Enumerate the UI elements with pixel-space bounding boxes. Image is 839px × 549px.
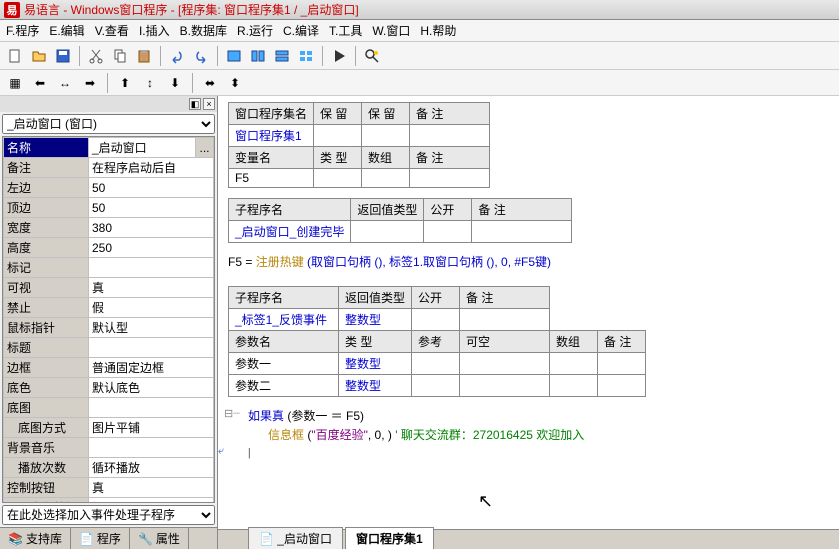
tab-property[interactable]: 🔧 属性 [130,528,189,549]
find-button[interactable] [361,45,383,67]
object-selector[interactable]: _启动窗口 (窗口) [2,114,215,134]
undo-button[interactable] [166,45,188,67]
layout3-button[interactable] [271,45,293,67]
prop-row[interactable]: 鼠标指针默认型 [4,318,214,338]
prop-row[interactable]: 底图方式图片平铺 [4,418,214,438]
align-right-icon[interactable]: ➡ [79,72,101,94]
menu-edit[interactable]: E.编辑 [49,22,84,39]
separator [192,73,193,93]
new-button[interactable] [4,45,26,67]
menu-bar: F.程序 E.编辑 V.查看 I.插入 B.数据库 R.运行 C.编译 T.工具… [0,20,839,42]
prop-row[interactable]: 高度250 [4,238,214,258]
code-area[interactable]: 窗口程序集名保 留保 留备 注 窗口程序集1 变量名类 型数组备 注 F5 子程… [218,96,839,529]
app-icon: 易 [4,2,20,18]
prop-row[interactable]: 最大化按钮假 [4,498,214,504]
menu-tools[interactable]: T.工具 [329,22,362,39]
tab-program[interactable]: 📄 程序 [71,528,130,549]
mouse-cursor: ↖ [478,491,493,512]
paste-button[interactable] [133,45,155,67]
align-middle-icon[interactable]: ↕ [139,72,161,94]
title-bar: 易 易语言 - Windows窗口程序 - [程序集: 窗口程序集1 / _启动… [0,0,839,20]
code-line-hotkey[interactable]: F5 = 注册热键 (取窗口句柄 (), 标签1.取窗口句柄 (), 0, #F… [228,253,829,270]
title-text: 易语言 - Windows窗口程序 - [程序集: 窗口程序集1 / _启动窗口… [24,1,359,18]
prop-row[interactable]: 标记 [4,258,214,278]
prop-row[interactable]: 备注在程序启动后自 [4,158,214,178]
property-panel: ◧ × _启动窗口 (窗口) 名称_启动窗口...备注在程序启动后自左边50顶边… [0,96,218,549]
separator [79,46,80,66]
menu-view[interactable]: V.查看 [95,22,129,39]
cut-button[interactable] [85,45,107,67]
menu-window[interactable]: W.窗口 [372,22,410,39]
tab-startup-window[interactable]: 📄 _启动窗口 [248,527,343,549]
prop-row[interactable]: 标题 [4,338,214,358]
prop-row[interactable]: 边框普通固定边框 [4,358,214,378]
same-height-icon[interactable]: ⬍ [224,72,246,94]
grid-icon[interactable]: ▦ [4,72,26,94]
event-selector[interactable]: 在此处选择加入事件处理子程序 [2,505,215,525]
align-top-icon[interactable]: ⬆ [114,72,136,94]
prop-row[interactable]: 左边50 [4,178,214,198]
redo-button[interactable] [190,45,212,67]
separator [160,46,161,66]
menu-database[interactable]: B.数据库 [180,22,227,39]
toolbar-main [0,42,839,70]
copy-button[interactable] [109,45,131,67]
prop-row[interactable]: 顶边50 [4,198,214,218]
same-width-icon[interactable]: ⬌ [199,72,221,94]
prop-row[interactable]: 名称_启动窗口... [4,138,214,158]
separator [217,46,218,66]
toolbar-design: ▦ ⬅ ↔ ➡ ⬆ ↕ ⬇ ⬌ ⬍ [0,70,839,96]
prop-row[interactable]: 禁止假 [4,298,214,318]
subroutine-table-2: 子程序名返回值类型公开备 注 _标签1_反馈事件整数型 参数名类 型参考可空数组… [228,286,646,397]
property-grid[interactable]: 名称_启动窗口...备注在程序启动后自左边50顶边50宽度380高度250标记可… [2,136,215,503]
align-left-icon[interactable]: ⬅ [29,72,51,94]
panel-header: ◧ × [0,96,217,112]
menu-run[interactable]: R.运行 [237,22,273,39]
prop-row[interactable]: 控制按钮真 [4,478,214,498]
prop-row[interactable]: 宽度380 [4,218,214,238]
prop-row[interactable]: 可视真 [4,278,214,298]
menu-insert[interactable]: I.插入 [139,22,170,39]
main-area: ◧ × _启动窗口 (窗口) 名称_启动窗口...备注在程序启动后自左边50顶边… [0,96,839,549]
prop-row[interactable]: 底色默认底色 [4,378,214,398]
subroutine-table-1: 子程序名返回值类型公开备 注 _启动窗口_创建完毕 [228,198,572,243]
panel-tabs: 📚 支持库 📄 程序 🔧 属性 [0,527,217,549]
object-select[interactable]: _启动窗口 (窗口) [2,114,215,134]
assembly-table: 窗口程序集名保 留保 留备 注 窗口程序集1 变量名类 型数组备 注 F5 [228,102,490,188]
separator [322,46,323,66]
layout1-button[interactable] [223,45,245,67]
align-center-icon[interactable]: ↔ [54,72,76,94]
menu-compile[interactable]: C.编译 [283,22,319,39]
menu-help[interactable]: H.帮助 [420,22,456,39]
code-editor: 窗口程序集名保 留保 留备 注 窗口程序集1 变量名类 型数组备 注 F5 子程… [218,96,839,549]
run-button[interactable] [328,45,350,67]
document-tabs: 📄 _启动窗口 窗口程序集1 [218,529,839,549]
prop-row[interactable]: 底图 [4,398,214,418]
prop-row[interactable]: 播放次数循环播放 [4,458,214,478]
panel-close-icon[interactable]: × [203,98,215,110]
menu-program[interactable]: F.程序 [6,22,39,39]
align-bottom-icon[interactable]: ⬇ [164,72,186,94]
open-button[interactable] [28,45,50,67]
code-cursor-line[interactable]: ⤶| [228,445,829,460]
panel-pin-icon[interactable]: ◧ [189,98,201,110]
layout4-button[interactable] [295,45,317,67]
tab-support-lib[interactable]: 📚 支持库 [0,528,71,549]
tab-assembly-1[interactable]: 窗口程序集1 [345,527,434,549]
code-line-msgbox[interactable]: 信息框 ("百度经验", 0, ) ' 聊天交流群：272016425 欢迎加入 [228,426,829,443]
save-button[interactable] [52,45,74,67]
separator [107,73,108,93]
layout2-button[interactable] [247,45,269,67]
code-line-if[interactable]: ⊟┈如果真 (参数一 ＝ F5) [228,407,829,424]
event-select[interactable]: 在此处选择加入事件处理子程序 [2,505,215,525]
separator [355,46,356,66]
prop-row[interactable]: 背景音乐 [4,438,214,458]
